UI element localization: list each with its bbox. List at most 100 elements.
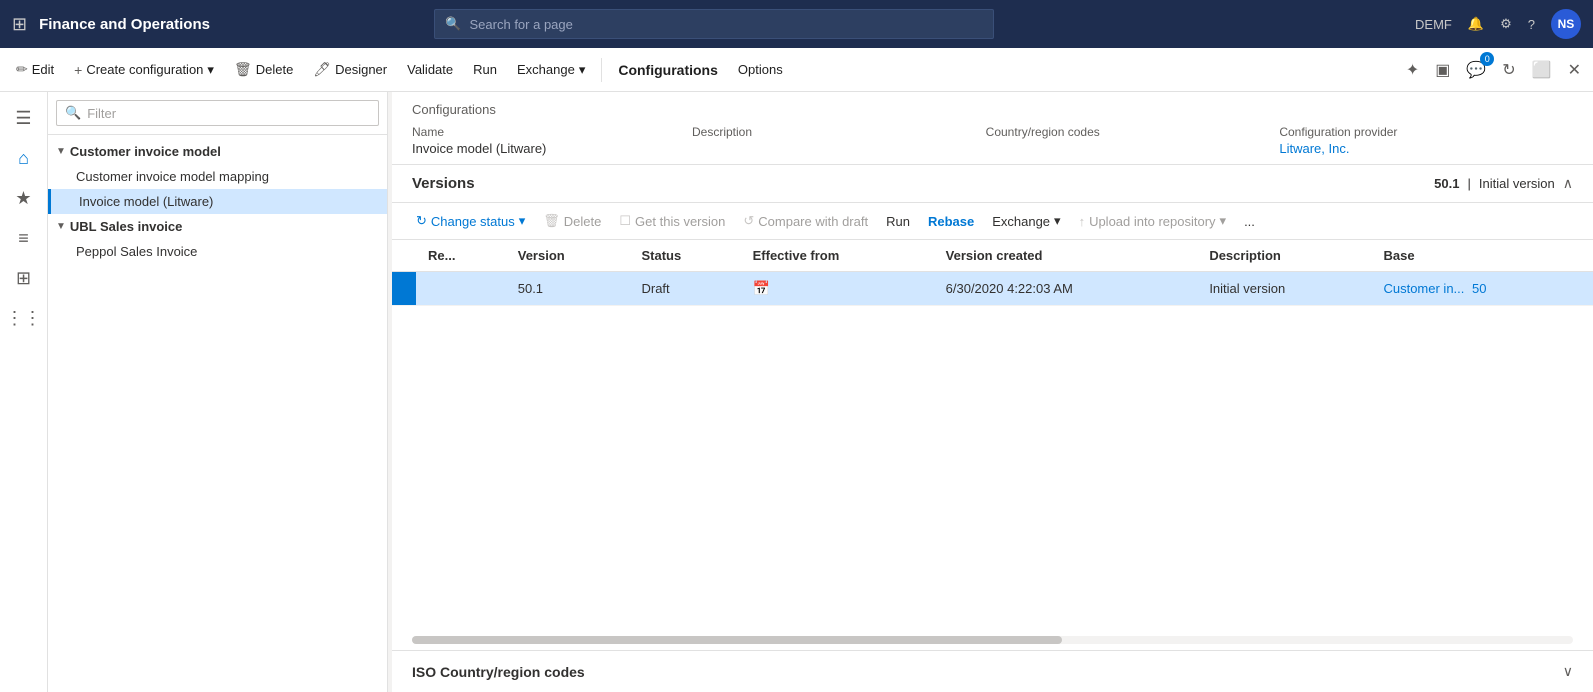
main-layout: ☰ ⌂ ★ ≡ ⊞ ⋮⋮ 🔍 ▼ Customer invoice model … bbox=[0, 92, 1593, 692]
versions-exchange-button[interactable]: Exchange ▾ bbox=[984, 209, 1068, 233]
tree-item-ubl-sales-invoice[interactable]: ▼ UBL Sales invoice bbox=[48, 214, 387, 239]
versions-run-button[interactable]: Run bbox=[878, 210, 918, 233]
base-link[interactable]: Customer in... bbox=[1383, 281, 1464, 296]
menu-icon[interactable]: ⋮⋮ bbox=[6, 300, 42, 336]
grid-icon[interactable]: ⊞ bbox=[12, 14, 27, 35]
home-icon[interactable]: ⌂ bbox=[6, 140, 42, 176]
tree-arrow-icon: ▼ bbox=[56, 146, 66, 157]
delete-button[interactable]: 🗑 Delete bbox=[226, 57, 301, 82]
get-this-version-button[interactable]: ☐ Get this version bbox=[611, 209, 733, 233]
td-status: Draft bbox=[629, 272, 740, 306]
exchange-chevron-icon: ▾ bbox=[579, 62, 586, 78]
filter-box: 🔍 bbox=[48, 92, 387, 135]
config-country-col: Country/region codes bbox=[986, 125, 1280, 164]
list-icon[interactable]: ≡ bbox=[6, 220, 42, 256]
rebase-button[interactable]: Rebase bbox=[920, 210, 982, 233]
config-provider-col: Configuration provider Litware, Inc. bbox=[1279, 125, 1573, 164]
plus-icon: + bbox=[74, 62, 82, 78]
upload-icon: ↑ bbox=[1079, 214, 1086, 229]
versions-toolbar: ↻ Change status ▾ 🗑 Delete ☐ Get this ve… bbox=[392, 203, 1593, 240]
config-country-label: Country/region codes bbox=[986, 125, 1280, 139]
hamburger-icon[interactable]: ☰ bbox=[6, 100, 42, 136]
versions-collapse-icon[interactable]: ∧ bbox=[1563, 175, 1573, 192]
table-row[interactable]: 50.1 Draft 📅 6/30/2020 4:22:03 AM Initia… bbox=[392, 272, 1593, 306]
search-input[interactable] bbox=[470, 17, 984, 32]
config-name-value: Invoice model (Litware) bbox=[412, 141, 692, 156]
tree-item-invoice-model-litware[interactable]: Invoice model (Litware) bbox=[48, 189, 387, 214]
grid-nav-icon[interactable]: ⊞ bbox=[6, 260, 42, 296]
settings-icon[interactable]: ⚙ bbox=[1500, 16, 1512, 32]
help-icon[interactable]: ? bbox=[1528, 17, 1535, 32]
config-name-col: Name Invoice model (Litware) bbox=[412, 125, 692, 164]
td-version-created: 6/30/2020 4:22:03 AM bbox=[934, 272, 1198, 306]
favorites-icon[interactable]: ★ bbox=[6, 180, 42, 216]
th-version: Version bbox=[506, 240, 630, 272]
versions-section: Versions 50.1 | Initial version ∧ ↻ Chan… bbox=[392, 165, 1593, 650]
validate-button[interactable]: Validate bbox=[399, 58, 461, 81]
iso-section[interactable]: ISO Country/region codes ∨ bbox=[392, 650, 1593, 692]
left-icon-panel: ☰ ⌂ ★ ≡ ⊞ ⋮⋮ bbox=[0, 92, 48, 692]
edit-button[interactable]: ✏ Edit bbox=[8, 57, 62, 82]
edit-icon: ✏ bbox=[16, 61, 28, 78]
top-bar: ⊞ Finance and Operations 🔍 DEMF 🔔 ⚙ ? NS bbox=[0, 0, 1593, 48]
tree-item-label: Peppol Sales Invoice bbox=[76, 244, 197, 259]
designer-button[interactable]: 🖊 Designer bbox=[305, 57, 395, 82]
close-icon[interactable]: ✕ bbox=[1564, 56, 1585, 84]
avatar[interactable]: NS bbox=[1551, 9, 1581, 39]
create-configuration-button[interactable]: + Create configuration ▾ bbox=[66, 58, 222, 82]
config-desc-label: Description bbox=[692, 125, 986, 139]
window-icon[interactable]: ⬜ bbox=[1528, 56, 1556, 84]
compare-icon: ↺ bbox=[743, 213, 754, 229]
search-box[interactable]: 🔍 bbox=[434, 9, 994, 39]
config-info: Name Invoice model (Litware) Description… bbox=[412, 125, 1573, 164]
filter-input[interactable] bbox=[87, 106, 370, 121]
change-status-button[interactable]: ↻ Change status ▾ bbox=[408, 209, 533, 233]
upload-repository-button[interactable]: ↑ Upload into repository ▾ bbox=[1071, 209, 1235, 233]
designer-icon: 🖊 bbox=[313, 61, 331, 78]
tree-item-label: Customer invoice model bbox=[70, 144, 221, 159]
bell-icon[interactable]: 🔔 bbox=[1468, 16, 1484, 32]
tree-item-label: Invoice model (Litware) bbox=[79, 194, 213, 209]
base-num[interactable]: 50 bbox=[1472, 281, 1486, 296]
breadcrumb: Configurations bbox=[412, 102, 1573, 117]
exchange-button[interactable]: Exchange ▾ bbox=[509, 58, 593, 82]
h-scrollbar[interactable] bbox=[412, 636, 1573, 644]
calendar-icon[interactable]: 📅 bbox=[753, 280, 770, 296]
exchange-small-chevron-icon: ▾ bbox=[1054, 213, 1061, 229]
config-name-label: Name bbox=[412, 125, 692, 139]
notification-badge[interactable]: 💬 0 bbox=[1462, 56, 1490, 84]
options-button[interactable]: Options bbox=[730, 58, 791, 81]
config-provider-label: Configuration provider bbox=[1279, 125, 1573, 139]
iso-chevron-icon[interactable]: ∨ bbox=[1563, 663, 1573, 680]
version-number: 50.1 bbox=[1434, 176, 1459, 191]
versions-delete-button[interactable]: 🗑 Delete bbox=[535, 209, 609, 233]
scroll-area bbox=[392, 630, 1593, 650]
app-title: Finance and Operations bbox=[39, 16, 210, 33]
config-provider-value[interactable]: Litware, Inc. bbox=[1279, 141, 1573, 156]
more-options-button[interactable]: ... bbox=[1236, 210, 1263, 233]
versions-header: Versions 50.1 | Initial version ∧ bbox=[392, 165, 1593, 203]
td-effective-from: 📅 bbox=[741, 272, 934, 306]
versions-delete-icon: 🗑 bbox=[543, 213, 560, 229]
badge-count: 0 bbox=[1480, 52, 1494, 66]
tree-item-customer-invoice-model-mapping[interactable]: Customer invoice model mapping bbox=[48, 164, 387, 189]
td-description: Initial version bbox=[1197, 272, 1371, 306]
tree-item-peppol-sales-invoice[interactable]: Peppol Sales Invoice bbox=[48, 239, 387, 264]
tree-item-customer-invoice-model[interactable]: ▼ Customer invoice model bbox=[48, 139, 387, 164]
configurations-button[interactable]: Configurations bbox=[610, 58, 726, 82]
panel-icon[interactable]: ▣ bbox=[1431, 56, 1454, 84]
th-status: Status bbox=[629, 240, 740, 272]
filter-input-wrap[interactable]: 🔍 bbox=[56, 100, 379, 126]
version-label-text: Initial version bbox=[1479, 176, 1555, 191]
content-header: Configurations Name Invoice model (Litwa… bbox=[392, 92, 1593, 165]
run-button[interactable]: Run bbox=[465, 58, 505, 81]
tree-content: ▼ Customer invoice model Customer invoic… bbox=[48, 135, 387, 692]
compare-with-draft-button[interactable]: ↺ Compare with draft bbox=[735, 209, 876, 233]
versions-meta: 50.1 | Initial version ∧ bbox=[1434, 175, 1573, 192]
star-icon[interactable]: ✦ bbox=[1402, 56, 1423, 84]
config-desc-col: Description bbox=[692, 125, 986, 164]
top-bar-right: DEMF 🔔 ⚙ ? NS bbox=[1415, 9, 1581, 39]
create-chevron-icon: ▾ bbox=[207, 62, 214, 78]
change-status-chevron-icon: ▾ bbox=[519, 213, 526, 229]
refresh-icon[interactable]: ↻ bbox=[1498, 56, 1519, 84]
